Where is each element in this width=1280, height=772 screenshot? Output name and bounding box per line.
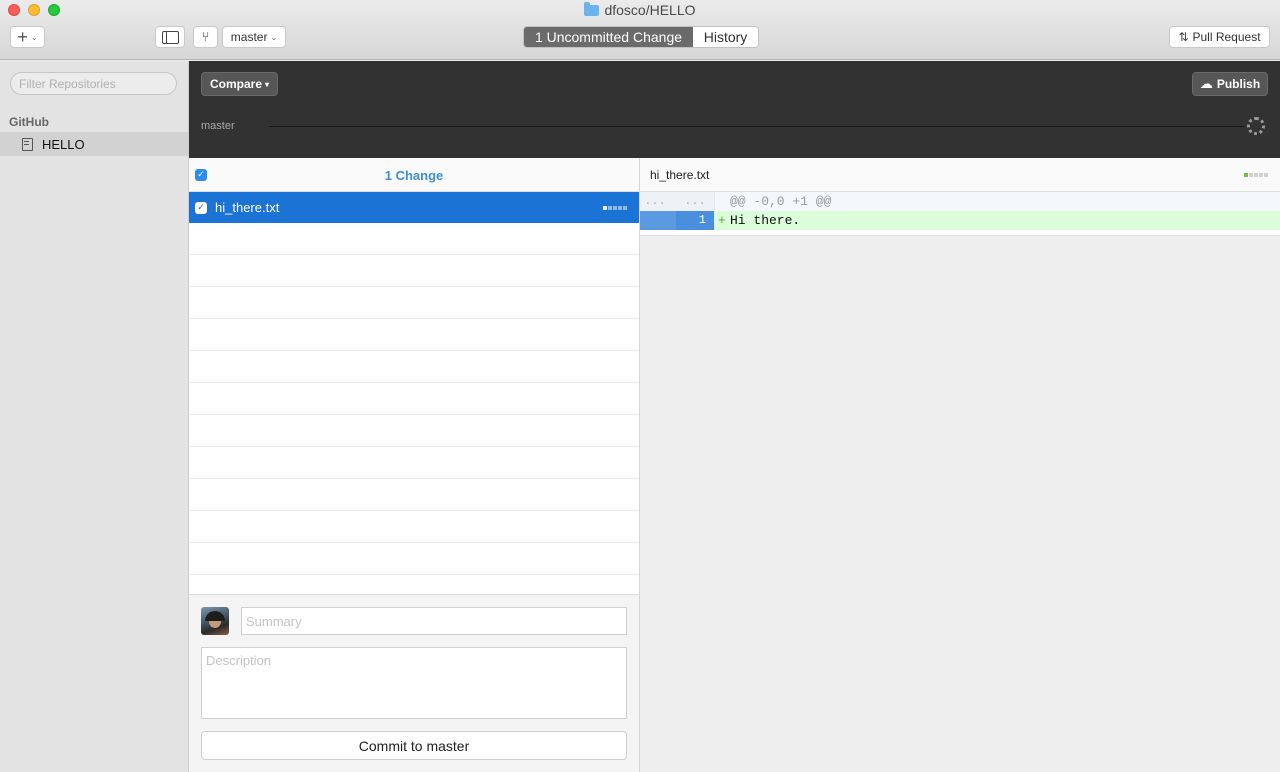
window-title: dfosco/HELLO	[0, 2, 1280, 18]
diff-filename: hi_there.txt	[650, 168, 710, 182]
list-item	[189, 319, 639, 351]
new-line-number: 1	[676, 211, 714, 230]
publish-button[interactable]: ☁ Publish	[1192, 72, 1268, 96]
diff-added-line[interactable]: 1 + Hi there.	[640, 211, 1280, 230]
filter-repositories-input[interactable]	[10, 72, 177, 95]
diff-panel: hi_there.txt ... ... @@ -0,0 +1 @@ 1 + H…	[640, 158, 1280, 772]
changes-header: ✓ 1 Change	[189, 158, 639, 192]
diff-hunk-header: ... ... @@ -0,0 +1 @@	[640, 192, 1280, 211]
window-title-text: dfosco/HELLO	[604, 2, 696, 18]
diff-diffstat	[1244, 173, 1268, 177]
old-line-number	[640, 211, 676, 230]
commit-button[interactable]: Commit to master	[201, 731, 627, 760]
list-item	[189, 447, 639, 479]
plus-icon: +	[17, 27, 28, 47]
list-item	[189, 287, 639, 319]
commit-description-input[interactable]	[201, 647, 627, 719]
cloud-upload-icon: ☁	[1199, 76, 1213, 92]
branch-selector[interactable]: master ⌄	[222, 26, 286, 48]
publish-label: Publish	[1216, 77, 1261, 91]
list-item	[189, 543, 639, 575]
branch-selector-label: master	[230, 30, 268, 44]
file-checkbox[interactable]: ✓	[195, 202, 207, 214]
diff-header: hi_there.txt	[640, 158, 1280, 192]
branch-icon: ⑂	[201, 29, 210, 45]
chevron-down-icon: ⌄	[30, 32, 38, 42]
commit-timeline	[269, 126, 1244, 127]
repo-label: HELLO	[42, 136, 85, 152]
list-item	[189, 511, 639, 543]
repository-icon	[22, 137, 33, 151]
list-item	[189, 479, 639, 511]
create-branch-button[interactable]: ⑂	[193, 26, 218, 48]
toggle-sidebar-button[interactable]	[155, 26, 185, 48]
list-item	[189, 383, 639, 415]
sidebar-item-hello[interactable]: HELLO	[0, 132, 188, 156]
new-line-number: ...	[676, 192, 714, 211]
hunk-header-text: @@ -0,0 +1 @@	[730, 194, 832, 209]
pull-request-button[interactable]: ⇅ Pull Request	[1169, 26, 1270, 48]
diff-body: ... ... @@ -0,0 +1 @@ 1 + Hi there.	[640, 192, 1280, 236]
folder-icon	[584, 2, 600, 16]
pull-request-label: Pull Request	[1192, 30, 1261, 44]
chevron-down-icon: ⌄	[270, 32, 278, 42]
list-item	[189, 415, 639, 447]
added-line-text: Hi there.	[730, 213, 801, 228]
compare-button[interactable]: Compare ▾	[201, 72, 278, 96]
sidebar-icon	[161, 30, 179, 44]
changes-panel: ✓ 1 Change ✓ hi_there.txt Commit to mast…	[189, 158, 640, 772]
list-item	[189, 255, 639, 287]
changes-count: 1 Change	[384, 168, 444, 183]
title-bar: dfosco/HELLO + ⌄ ⑂ master ⌄ 1 Uncommitted …	[0, 0, 1280, 60]
pull-request-icon: ⇅	[1178, 30, 1189, 44]
compare-bar: Compare ▾ ☁ Publish master	[189, 61, 1280, 158]
addition-sign: +	[718, 213, 726, 228]
tab-uncommitted-changes[interactable]: 1 Uncommitted Change	[524, 27, 693, 47]
tab-history[interactable]: History	[693, 27, 758, 47]
avatar	[201, 607, 229, 635]
compare-label: Compare	[209, 77, 262, 91]
list-item	[189, 223, 639, 255]
repository-sidebar: GitHub HELLO	[0, 61, 189, 772]
caret-down-icon: ▾	[265, 79, 270, 89]
file-diffstat	[603, 206, 627, 210]
sidebar-section-github: GitHub	[9, 115, 49, 129]
changed-file-row[interactable]: ✓ hi_there.txt	[189, 192, 639, 223]
changed-file-name: hi_there.txt	[215, 200, 280, 215]
view-switcher: 1 Uncommitted Change History	[523, 26, 759, 48]
commit-form: Commit to master	[189, 594, 639, 772]
add-repository-button[interactable]: + ⌄	[10, 26, 45, 48]
commit-summary-input[interactable]	[241, 607, 627, 635]
list-item	[189, 351, 639, 383]
old-line-number: ...	[640, 192, 676, 211]
uncommitted-marker-icon[interactable]	[1247, 117, 1265, 135]
diff-gutter	[714, 192, 715, 230]
timeline-branch-label: master	[201, 120, 235, 132]
